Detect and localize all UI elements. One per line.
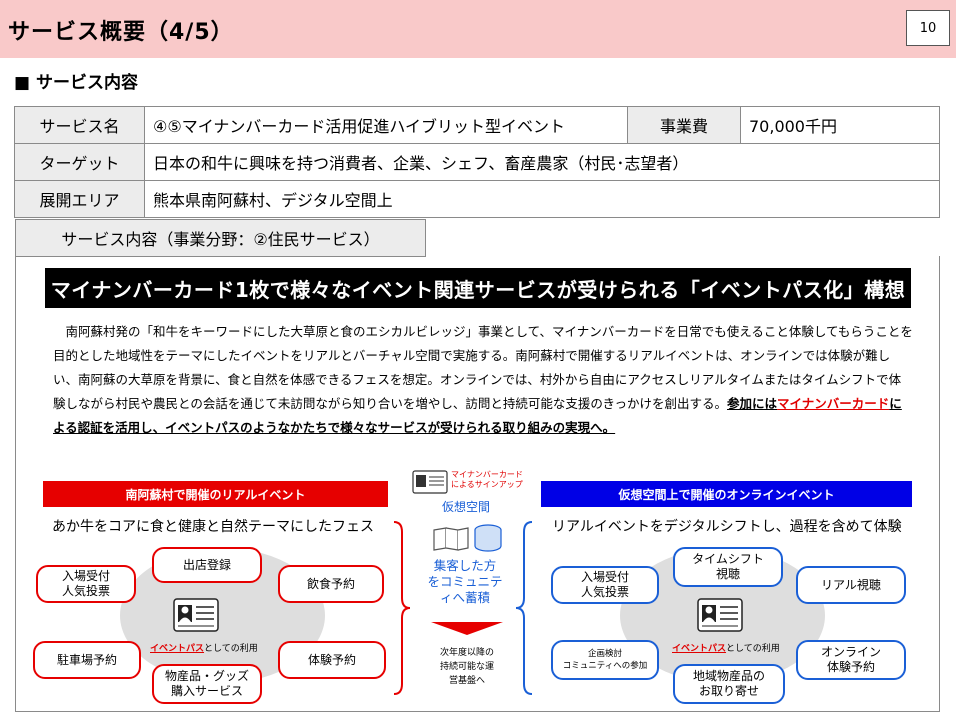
page-number: 10 bbox=[906, 10, 950, 46]
left-bracket bbox=[393, 521, 411, 695]
table-row: サービス名 ④⑤マイナンバーカード活用促進ハイブリット型イベント 事業費 70,… bbox=[14, 106, 940, 144]
area-value: 熊本県南阿蘇村、デジタル空間上 bbox=[144, 180, 940, 218]
id-card-icon bbox=[173, 598, 219, 632]
online-experience-reservation: オンライン 体験予約 bbox=[796, 640, 906, 680]
online-entry-vote: 入場受付 人気投票 bbox=[551, 566, 659, 604]
section-heading: ■ サービス内容 bbox=[14, 73, 138, 93]
online-event-pass-label: イベントパスとしての利用 bbox=[672, 644, 780, 654]
signup-caption: マイナンバーカード によるサインアップ bbox=[451, 470, 523, 489]
down-arrow-icon bbox=[431, 622, 503, 635]
description-text: 南阿蘇村発の「和牛をキーワードにした大草原と食のエシカルビレッジ」事業として、マ… bbox=[53, 320, 913, 440]
right-bracket bbox=[515, 521, 533, 695]
real-goods-purchase: 物産品・グッズ 購入サービス bbox=[152, 664, 262, 704]
target-label: ターゲット bbox=[14, 143, 145, 181]
target-value: 日本の和牛に興味を持つ消費者、企業、シェフ、畜産農家（村民･志望者） bbox=[144, 143, 940, 181]
online-event-subtitle: リアルイベントをデジタルシフトし、過程を含めて体験 bbox=[552, 519, 902, 535]
service-name-label: サービス名 bbox=[14, 106, 145, 144]
virtual-space-label: 仮想空間 bbox=[441, 500, 490, 514]
cost-label: 事業費 bbox=[627, 106, 741, 144]
real-booth-registration: 出店登録 bbox=[152, 547, 262, 583]
online-community: 企画検討 コミュニティへの参加 bbox=[551, 640, 659, 680]
service-name-value: ④⑤マイナンバーカード活用促進ハイブリット型イベント bbox=[144, 106, 628, 144]
concept-banner: マイナンバーカード1枚で様々なイベント関連サービスが受けられる「イベントパス化」… bbox=[45, 268, 911, 308]
online-timeshift: タイムシフト 視聴 bbox=[673, 547, 783, 587]
cost-value: 70,000千円 bbox=[740, 106, 940, 144]
service-info-table: サービス名 ④⑤マイナンバーカード活用促進ハイブリット型イベント 事業費 70,… bbox=[14, 106, 940, 218]
real-event-subtitle: あか牛をコアに食と健康と自然テーマにしたフェス bbox=[52, 519, 374, 535]
description-bold-1: 参加には bbox=[727, 396, 778, 411]
real-event-pass-label: イベントパスとしての利用 bbox=[150, 644, 258, 654]
real-event-title: 南阿蘇村で開催のリアルイベント bbox=[43, 481, 388, 507]
real-experience-reservation: 体験予約 bbox=[278, 641, 386, 679]
id-card-icon bbox=[697, 598, 743, 632]
area-label: 展開エリア bbox=[14, 180, 145, 218]
online-regional-products: 地域物産品の お取り寄せ bbox=[673, 664, 785, 704]
description-bold-red: マイナンバーカード bbox=[777, 396, 890, 411]
online-event-title: 仮想空間上で開催のオンラインイベント bbox=[541, 481, 912, 507]
community-accumulate-text: 集客した方 をコミュニテ ィへ蓄積 bbox=[427, 558, 503, 605]
community-icon bbox=[433, 524, 502, 552]
mynumber-card-icon bbox=[412, 470, 448, 494]
online-real-view: リアル視聴 bbox=[796, 566, 906, 604]
real-parking-reservation: 駐車場予約 bbox=[33, 641, 141, 679]
table-row: 展開エリア 熊本県南阿蘇村、デジタル空間上 bbox=[14, 180, 940, 218]
next-year-text: 次年度以降の 持続可能な運 営基盤へ bbox=[439, 648, 494, 686]
real-food-reservation: 飲食予約 bbox=[278, 565, 384, 603]
table-row: ターゲット 日本の和牛に興味を持つ消費者、企業、シェフ、畜産農家（村民･志望者） bbox=[14, 143, 940, 181]
service-content-label: サービス内容（事業分野：②住民サービス） bbox=[15, 219, 426, 257]
real-entry-vote: 入場受付 人気投票 bbox=[36, 565, 136, 603]
page-title: サービス概要（4/5） bbox=[8, 20, 234, 45]
